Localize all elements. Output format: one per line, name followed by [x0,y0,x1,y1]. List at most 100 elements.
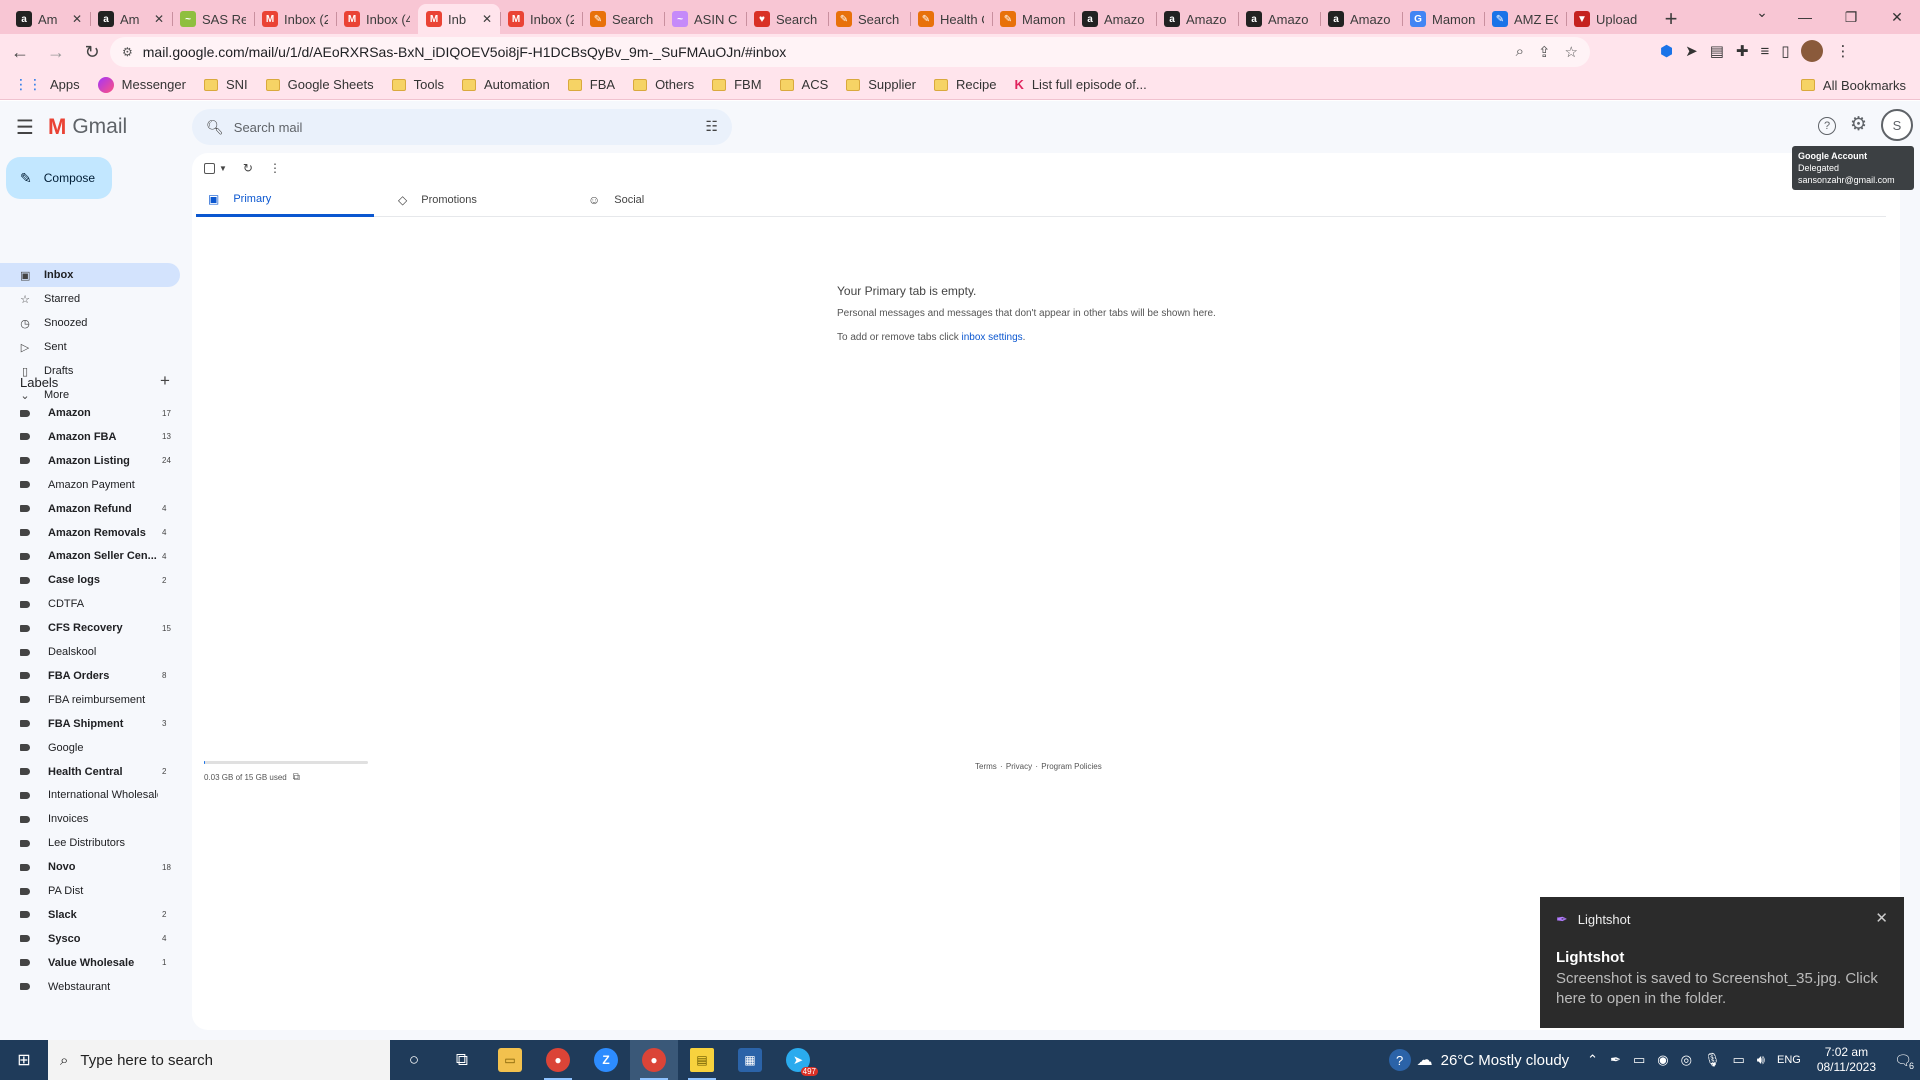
browser-tab[interactable]: a Amazo [1074,4,1156,34]
cortana-icon[interactable]: ○ [390,1040,438,1080]
microphone-icon[interactable]: 🎙︎ [1704,1052,1721,1068]
volume-icon[interactable]: 🔊︎ [1757,1052,1765,1068]
bookmark-item[interactable]: ⋮⋮ Apps [14,76,80,93]
site-info-icon[interactable]: ⚙ [122,45,133,59]
bookmark-item[interactable]: Recipe [933,77,996,92]
chrome-taskbar-icon[interactable]: ● [534,1040,582,1080]
browser-tab[interactable]: M Inbox (2 [500,4,582,34]
search-icon[interactable]: 🔍︎ [206,119,224,136]
tab-social[interactable]: ☺ Social [576,183,754,217]
label-item[interactable]: FBA Shipment 3 [0,713,180,735]
refresh-icon[interactable]: ↻ [243,161,253,175]
browser-tab[interactable]: ✎ AMZ EC [1484,4,1566,34]
file-explorer-icon[interactable]: ▭ [486,1040,534,1080]
tab-close-icon[interactable]: ✕ [154,12,164,26]
address-bar[interactable]: ⚙ mail.google.com/mail/u/1/d/AEoRXRSas-B… [110,37,1590,67]
create-label-plus-icon[interactable]: + [160,371,170,391]
nav-item-snoozed[interactable]: ◷ Snoozed [0,311,180,335]
browser-tab[interactable]: a Am ✕ [8,4,90,34]
label-item[interactable]: Slack 2 [0,904,180,926]
notification-center-icon[interactable]: 🗨︎ 6 [1886,1040,1920,1080]
chrome-menu-icon[interactable]: ⋮ [1835,42,1850,60]
compose-button[interactable]: ✎ Compose [6,157,112,199]
device-icon[interactable]: ▭ [1633,1052,1645,1068]
label-item[interactable]: International Wholesale [0,784,180,806]
bookmark-item[interactable]: Tools [391,77,444,92]
browser-tab[interactable]: ~ SAS Re [172,4,254,34]
search-options-icon[interactable]: ☷ [705,118,718,135]
label-item[interactable]: Amazon FBA 13 [0,426,180,448]
more-options-icon[interactable]: ⋮ [269,161,281,175]
support-icon[interactable]: ? [1818,117,1836,135]
chrome-profile-taskbar-icon[interactable]: ● [630,1040,678,1080]
pen-icon[interactable]: ✒ [1610,1052,1621,1068]
label-item[interactable]: CFS Recovery 15 [0,617,180,639]
search-input[interactable]: Search mail [234,120,303,135]
bookmark-item[interactable]: FBA [567,77,615,92]
browser-tab[interactable]: ~ ASIN C [664,4,746,34]
label-item[interactable]: Amazon Removals 4 [0,522,180,544]
browser-tab[interactable]: a Am ✕ [90,4,172,34]
clock[interactable]: 7:02 am 08/11/2023 [1817,1045,1876,1075]
label-item[interactable]: FBA Orders 8 [0,665,180,687]
profile-avatar[interactable] [1801,40,1824,62]
browser-tab[interactable]: ▼ Upload [1566,4,1648,34]
label-item[interactable]: Dealskool [0,641,180,663]
label-item[interactable]: Lee Distributors [0,832,180,854]
bookmark-item[interactable]: SNI [203,77,248,92]
share-icon[interactable]: ⇪ [1538,43,1551,61]
tab-promotions[interactable]: ◇ Promotions [386,183,564,217]
nav-item-sent[interactable]: ▷ Sent [0,335,180,359]
label-item[interactable]: Google [0,737,180,759]
browser-tab[interactable]: ✎ Search [828,4,910,34]
task-view-icon[interactable]: ⧉ [438,1040,486,1080]
side-panel-icon[interactable]: ▯ [1781,42,1789,60]
browser-tab[interactable]: G Mamon [1402,4,1484,34]
browser-tab[interactable]: a Amazo [1238,4,1320,34]
browser-tab[interactable]: ✎ Search [582,4,664,34]
label-item[interactable]: Case logs 2 [0,569,180,591]
bookmark-item[interactable]: K List full episode of... [1014,77,1146,92]
extension-off-icon[interactable]: ▤ [1710,42,1724,60]
back-button[interactable]: ← [4,36,36,68]
new-tab-button[interactable]: + [1656,4,1686,34]
program-policies-link[interactable]: Program Policies [1041,762,1101,771]
bookmark-item[interactable]: ACS [779,77,828,92]
label-item[interactable]: PA Dist [0,880,180,902]
gmail-logo[interactable]: M Gmail [48,114,127,140]
battery-icon[interactable]: ▭ [1732,1052,1744,1068]
browser-tab[interactable]: M Inbox (2 [254,4,336,34]
extension-icon[interactable]: ➤ [1685,42,1698,60]
settings-gear-icon[interactable]: ⚙ [1850,113,1867,136]
taskbar-search[interactable]: ⌕ Type here to search [48,1040,390,1080]
sticky-notes-icon[interactable]: ▤ [678,1040,726,1080]
calculator-icon[interactable]: ▦ [726,1040,774,1080]
label-item[interactable]: Amazon Payment [0,474,180,496]
label-item[interactable]: Novo 18 [0,856,180,878]
label-item[interactable]: Health Central 2 [0,761,180,783]
telegram-icon[interactable]: ➤ 497 [774,1040,822,1080]
tab-primary[interactable]: ▣ Primary [196,183,374,217]
tab-search-chevron-icon[interactable]: ⌄ [1749,4,1775,21]
label-item[interactable]: Amazon 17 [0,402,180,424]
windows-start-icon[interactable]: ⊞ [0,1040,48,1080]
bookmark-item[interactable]: Google Sheets [265,77,374,92]
label-item[interactable]: Amazon Refund 4 [0,498,180,520]
toast-body[interactable]: Screenshot is saved to Screenshot_35.jpg… [1556,969,1886,1009]
browser-tab[interactable]: a Amazo [1320,4,1402,34]
browser-tab[interactable]: M Inbox (4 [336,4,418,34]
restore-window-button[interactable]: ❐ [1828,0,1874,34]
all-bookmarks-folder[interactable]: All Bookmarks [1800,70,1906,100]
label-item[interactable]: Webstaurant [0,976,180,998]
browser-tab[interactable]: M Inb ✕ [418,4,500,34]
media-controls-icon[interactable]: ≡ [1760,43,1769,60]
bookmark-item[interactable]: Automation [462,77,550,92]
camera-icon[interactable]: ◎ [1681,1052,1692,1068]
privacy-link[interactable]: Privacy [1006,762,1032,771]
nav-item-starred[interactable]: ☆ Starred [0,287,180,311]
extensions-puzzle-icon[interactable]: ✚ [1736,42,1749,60]
weather-widget[interactable]: ☁ 26°C Mostly cloudy [1417,1050,1570,1070]
label-item[interactable]: Amazon Seller Cen... 4 [0,545,180,567]
account-avatar[interactable]: S [1881,109,1913,141]
close-icon[interactable]: ✕ [1875,909,1888,927]
